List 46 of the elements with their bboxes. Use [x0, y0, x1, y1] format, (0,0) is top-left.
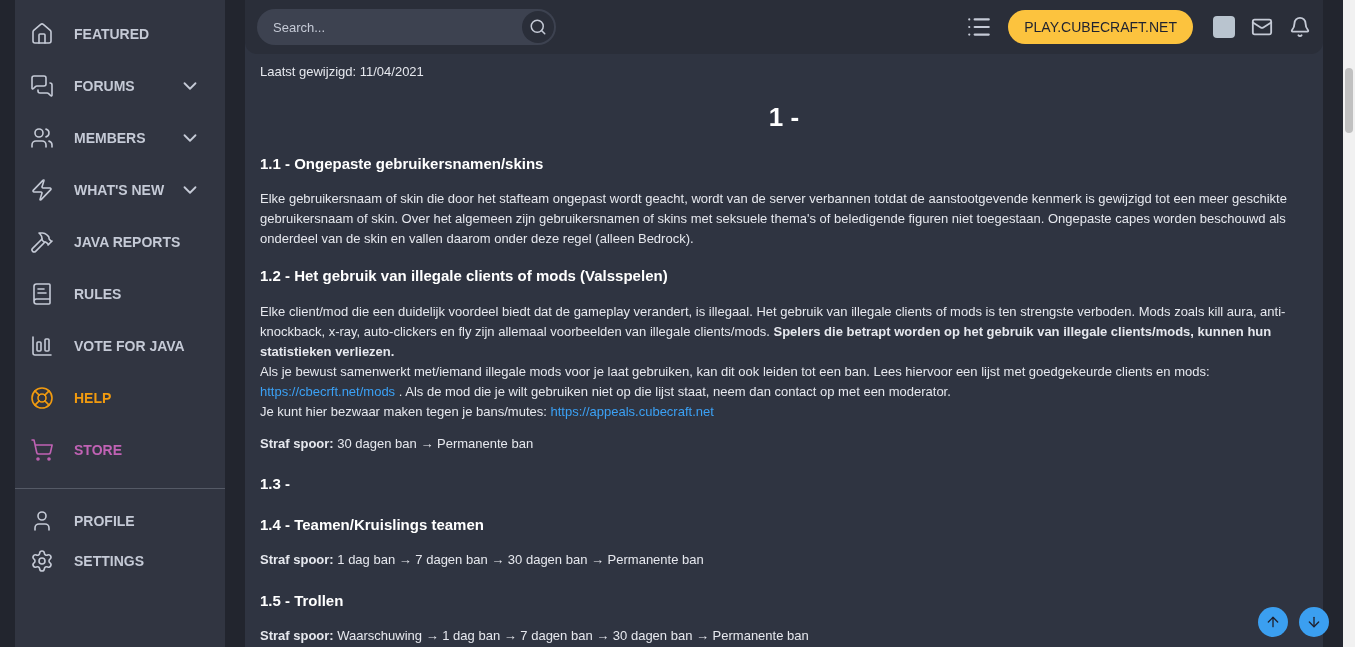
rule-heading: 1.3 - — [260, 474, 290, 494]
sidebar-item[interactable]: VOTE FOR JAVA — [15, 320, 225, 372]
settings-icon — [30, 549, 54, 573]
book-icon — [30, 282, 54, 306]
house-icon — [30, 22, 54, 46]
search-icon[interactable] — [529, 18, 547, 36]
rule-heading: 1.1 - Ongepaste gebruikersnamen/skins — [260, 153, 544, 174]
penalty-text: Straf spoor: Waarschuwing → 1 dag ban → 7 dagen ban → 30 dagen ban → Permanente ban — [260, 627, 809, 645]
link[interactable]: https://appeals.cubecraft.net — [550, 403, 714, 419]
rule-title: 1 - — [768, 100, 800, 134]
bar-chart-icon — [30, 334, 54, 358]
sidebar-item[interactable]: JAVA REPORTS — [15, 216, 225, 268]
rule-heading: 1.5 - Trollen — [260, 590, 344, 611]
rule-heading: 1.4 - Teamen/Kruislings teamen — [260, 514, 484, 535]
server-address-button[interactable]: PLAY.CUBECRAFT.NET — [1008, 10, 1193, 44]
rule-heading: 1.2 - Het gebruik van illegale clients of mods (Valsspelen) — [260, 266, 668, 286]
scrollbar[interactable] — [1343, 0, 1355, 647]
chat-bubbles-icon — [30, 74, 54, 98]
penalty-text: Straf spoor: 1 dag ban → 7 dagen ban → 30 dagen ban → Permanente ban — [260, 551, 704, 569]
lightning-icon — [30, 178, 54, 202]
sidebar-item[interactable]: WHAT'S NEW — [15, 164, 225, 216]
hammer-icon — [30, 230, 54, 254]
paragraph-text: Elke client/mod die een duidelijk voordeel biedt dat de gameplay verandert, is illegaal. Het gebruik van illegale clients of mods is ten strengste verboden. Mods zoals kill aura, anti-knockback, x-ray, auto-clickers en fly zijn allemaal voorbeelden van illegale clients/mods. Spelers die betrapt worden op het gebruik van illegale clients/mods, kunnen hun statistieken verliezen. — [260, 303, 1286, 359]
paragraph-text: . Als de mod die je wilt gebruiken niet op die lijst staat, neem dan contact op met een moderator. — [398, 383, 951, 399]
cart-icon — [30, 438, 54, 462]
sidebar-item[interactable]: HELP — [15, 372, 225, 424]
sidebar-item[interactable]: SETTINGS — [15, 541, 225, 581]
penalty-text: Straf spoor: 30 dagen ban → Permanente ban — [260, 434, 534, 453]
scroll-up-button[interactable] — [1258, 607, 1288, 637]
sidebar-item[interactable]: MEMBERS — [15, 112, 225, 164]
sidebar-item[interactable]: FEATURED — [15, 8, 225, 60]
paragraph-text: Je kunt hier bezwaar maken tegen je bans/mutes: — [260, 403, 547, 419]
sidebar-item[interactable]: PROFILE — [15, 501, 225, 541]
link[interactable]: https://cbecrft.net/mods — [260, 383, 396, 399]
last-modified-text: Laatst gewijzigd: 11/04/2021 — [260, 63, 424, 81]
bell-icon[interactable] — [1289, 16, 1311, 38]
sidebar-item[interactable]: FORUMS — [15, 60, 225, 112]
avatar[interactable] — [1213, 16, 1235, 38]
scroll-down-button[interactable] — [1299, 607, 1329, 637]
sidebar-item[interactable]: RULES — [15, 268, 225, 320]
search-field[interactable]: Search... — [257, 9, 556, 45]
paragraph-text: Elke gebruikersnaam of skin die door het stafteam ongepast wordt geacht, wordt van de server verbannen totdat de aanstootgevende kenmerk is gewijzigd tot een meer geschikte gebruikersnaam of skin. Over het algemeen zijn gebruikersnamen of skins met seksuele thema's of beledigende figuren niet toegestaan. Ongepaste capes worden beschouwd als onderdeel van de skin en vallen daarom onder deze regel (alleen Bedrock). — [260, 191, 1287, 246]
lifebuoy-icon — [30, 386, 54, 410]
people-icon — [30, 126, 54, 150]
paragraph-text: Als je bewust samenwerkt met/iemand illegale mods voor je laat gebruiken, kan dit ook leiden tot een ban. Lees hiervoor een lijst met goedgekeurde clients en mods: — [260, 363, 1210, 379]
mail-icon[interactable] — [1251, 16, 1273, 38]
